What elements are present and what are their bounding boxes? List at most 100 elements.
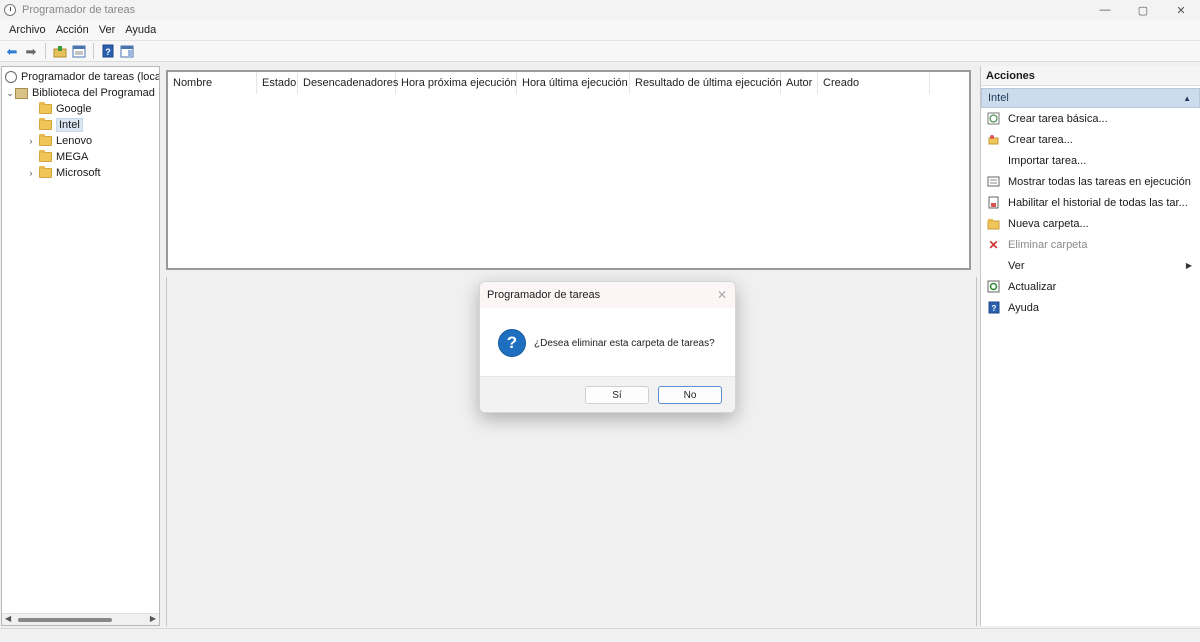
history-icon	[987, 196, 1000, 209]
actions-group-header[interactable]: Intel ▲	[981, 88, 1200, 108]
column-header-hora-proxima[interactable]: Hora próxima ejecución	[396, 72, 517, 94]
column-header-hora-ultima[interactable]: Hora última ejecución	[517, 72, 630, 94]
scroll-left-icon[interactable]: ◀	[5, 614, 11, 623]
tree-folder-label: Lenovo	[56, 135, 93, 147]
tree-folder-label: Microsoft	[56, 167, 101, 179]
basic-task-icon	[987, 112, 1000, 125]
submenu-arrow-icon: ▶	[1185, 261, 1192, 270]
action-label: Habilitar el historial de todas las tar.…	[1008, 196, 1188, 209]
menu-ver[interactable]: Ver	[99, 24, 116, 36]
action-label: Crear tarea básica...	[1008, 112, 1108, 125]
tree-folder-microsoft[interactable]: › Microsoft	[23, 165, 101, 181]
toolbar-separator	[93, 43, 94, 59]
window-title: Programador de tareas	[22, 4, 136, 16]
column-header-estado[interactable]: Estado	[257, 72, 298, 94]
tree-root-label: Programador de tareas (local	[21, 71, 160, 83]
status-bar	[0, 628, 1200, 642]
toolbar-separator	[45, 43, 46, 59]
action-create-basic-task[interactable]: Crear tarea básica...	[981, 108, 1200, 129]
task-scheduler-clock-icon	[4, 4, 16, 16]
delete-x-icon: ✕	[988, 237, 999, 252]
svg-text:?: ?	[105, 47, 111, 57]
window-controls: — ▢ ✕	[1086, 0, 1200, 20]
action-delete-folder[interactable]: ✕ Eliminar carpeta	[981, 234, 1200, 255]
forward-arrow-icon[interactable]: ➡	[23, 43, 39, 59]
task-list-header: Nombre Estado Desencadenadores Hora próx…	[168, 72, 930, 94]
action-label: Ver	[1008, 259, 1025, 272]
svg-text:?: ?	[991, 304, 996, 313]
action-create-task[interactable]: Crear tarea...	[981, 129, 1200, 150]
tree-folder-mega[interactable]: MEGA	[39, 149, 88, 165]
scrollbar-thumb[interactable]	[18, 618, 112, 622]
close-button[interactable]: ✕	[1162, 0, 1200, 20]
action-label: Importar tarea...	[1008, 154, 1087, 167]
dialog-body: ? ¿Desea eliminar esta carpeta de tareas…	[480, 308, 735, 378]
menu-accion[interactable]: Acción	[56, 24, 89, 36]
action-view[interactable]: Ver ▶	[981, 255, 1200, 276]
action-enable-history[interactable]: Habilitar el historial de todas las tar.…	[981, 192, 1200, 213]
task-list: Nombre Estado Desencadenadores Hora próx…	[166, 70, 971, 270]
action-help[interactable]: ? Ayuda	[981, 297, 1200, 318]
chevron-down-icon[interactable]: ⌄	[5, 88, 15, 99]
tree-folder-label: Google	[56, 103, 92, 115]
clock-icon	[5, 71, 17, 83]
yes-button[interactable]: Sí	[585, 386, 649, 404]
tree-folder-google[interactable]: Google	[39, 101, 91, 117]
tree-folder-intel[interactable]: Intel	[39, 117, 83, 133]
action-label: Nueva carpeta...	[1008, 217, 1089, 230]
question-icon: ?	[498, 329, 526, 357]
tree-library-label: Biblioteca del Programad	[32, 87, 155, 99]
help-icon[interactable]: ?	[100, 43, 116, 59]
blank-icon	[987, 259, 1000, 272]
tree-root-item[interactable]: Programador de tareas (local	[5, 69, 160, 85]
action-refresh[interactable]: Actualizar	[981, 276, 1200, 297]
minimize-button[interactable]: —	[1086, 0, 1124, 20]
toolbar: ⬅ ➡ ?	[0, 40, 1200, 62]
maximize-button[interactable]: ▢	[1124, 0, 1162, 20]
action-show-running-tasks[interactable]: Mostrar todas las tareas en ejecución	[981, 171, 1200, 192]
dialog-close-icon[interactable]: ✕	[717, 288, 727, 302]
menu-ayuda[interactable]: Ayuda	[125, 24, 156, 36]
tree-folder-label: Intel	[56, 118, 83, 132]
action-label: Ayuda	[1008, 301, 1039, 314]
action-label: Mostrar todas las tareas en ejecución	[1008, 175, 1191, 188]
confirm-delete-dialog: Programador de tareas ✕ ? ¿Desea elimina…	[479, 281, 736, 413]
menu-bar: Archivo Acción Ver Ayuda	[0, 20, 1200, 40]
column-header-resultado[interactable]: Resultado de última ejecución	[630, 72, 782, 94]
folder-icon	[39, 102, 52, 114]
column-header-creado[interactable]: Creado	[818, 72, 930, 94]
actions-title: Acciones	[981, 66, 1200, 86]
refresh-icon	[987, 280, 1000, 293]
actions-panel: Acciones Intel ▲ Crear tarea básica... C…	[980, 66, 1200, 626]
chevron-right-icon[interactable]: ›	[23, 168, 39, 178]
horizontal-scrollbar[interactable]: ◀ ▶	[2, 613, 159, 625]
navigation-tree: Programador de tareas (local ⌄ Bibliotec…	[1, 66, 160, 626]
up-folder-icon[interactable]	[52, 43, 68, 59]
chevron-right-icon[interactable]: ›	[23, 136, 39, 146]
create-task-icon	[987, 133, 1000, 146]
show-hide-pane-icon[interactable]	[119, 43, 135, 59]
column-header-desencadenadores[interactable]: Desencadenadores	[298, 72, 398, 94]
dialog-footer: Sí No	[480, 376, 735, 412]
properties-icon[interactable]	[71, 43, 87, 59]
title-bar: Programador de tareas — ▢ ✕	[0, 0, 1200, 20]
blank-icon	[987, 154, 1000, 167]
folder-icon	[39, 166, 52, 178]
action-label: Crear tarea...	[1008, 133, 1073, 146]
no-button[interactable]: No	[658, 386, 722, 404]
running-tasks-icon	[987, 175, 1000, 188]
action-label: Actualizar	[1008, 280, 1057, 293]
column-header-autor[interactable]: Autor	[781, 72, 818, 94]
column-header-nombre[interactable]: Nombre	[168, 72, 257, 94]
back-arrow-icon[interactable]: ⬅	[4, 43, 20, 59]
collapse-up-icon[interactable]: ▲	[1183, 94, 1191, 103]
tree-folder-lenovo[interactable]: › Lenovo	[23, 133, 92, 149]
dialog-message: ¿Desea eliminar esta carpeta de tareas?	[534, 337, 715, 349]
action-import-task[interactable]: Importar tarea...	[981, 150, 1200, 171]
tree-library-item[interactable]: ⌄ Biblioteca del Programad	[5, 85, 155, 101]
menu-archivo[interactable]: Archivo	[9, 24, 46, 36]
actions-group-label: Intel	[988, 92, 1009, 104]
action-new-folder[interactable]: Nueva carpeta...	[981, 213, 1200, 234]
folder-icon	[39, 118, 52, 130]
scroll-right-icon[interactable]: ▶	[150, 614, 156, 623]
